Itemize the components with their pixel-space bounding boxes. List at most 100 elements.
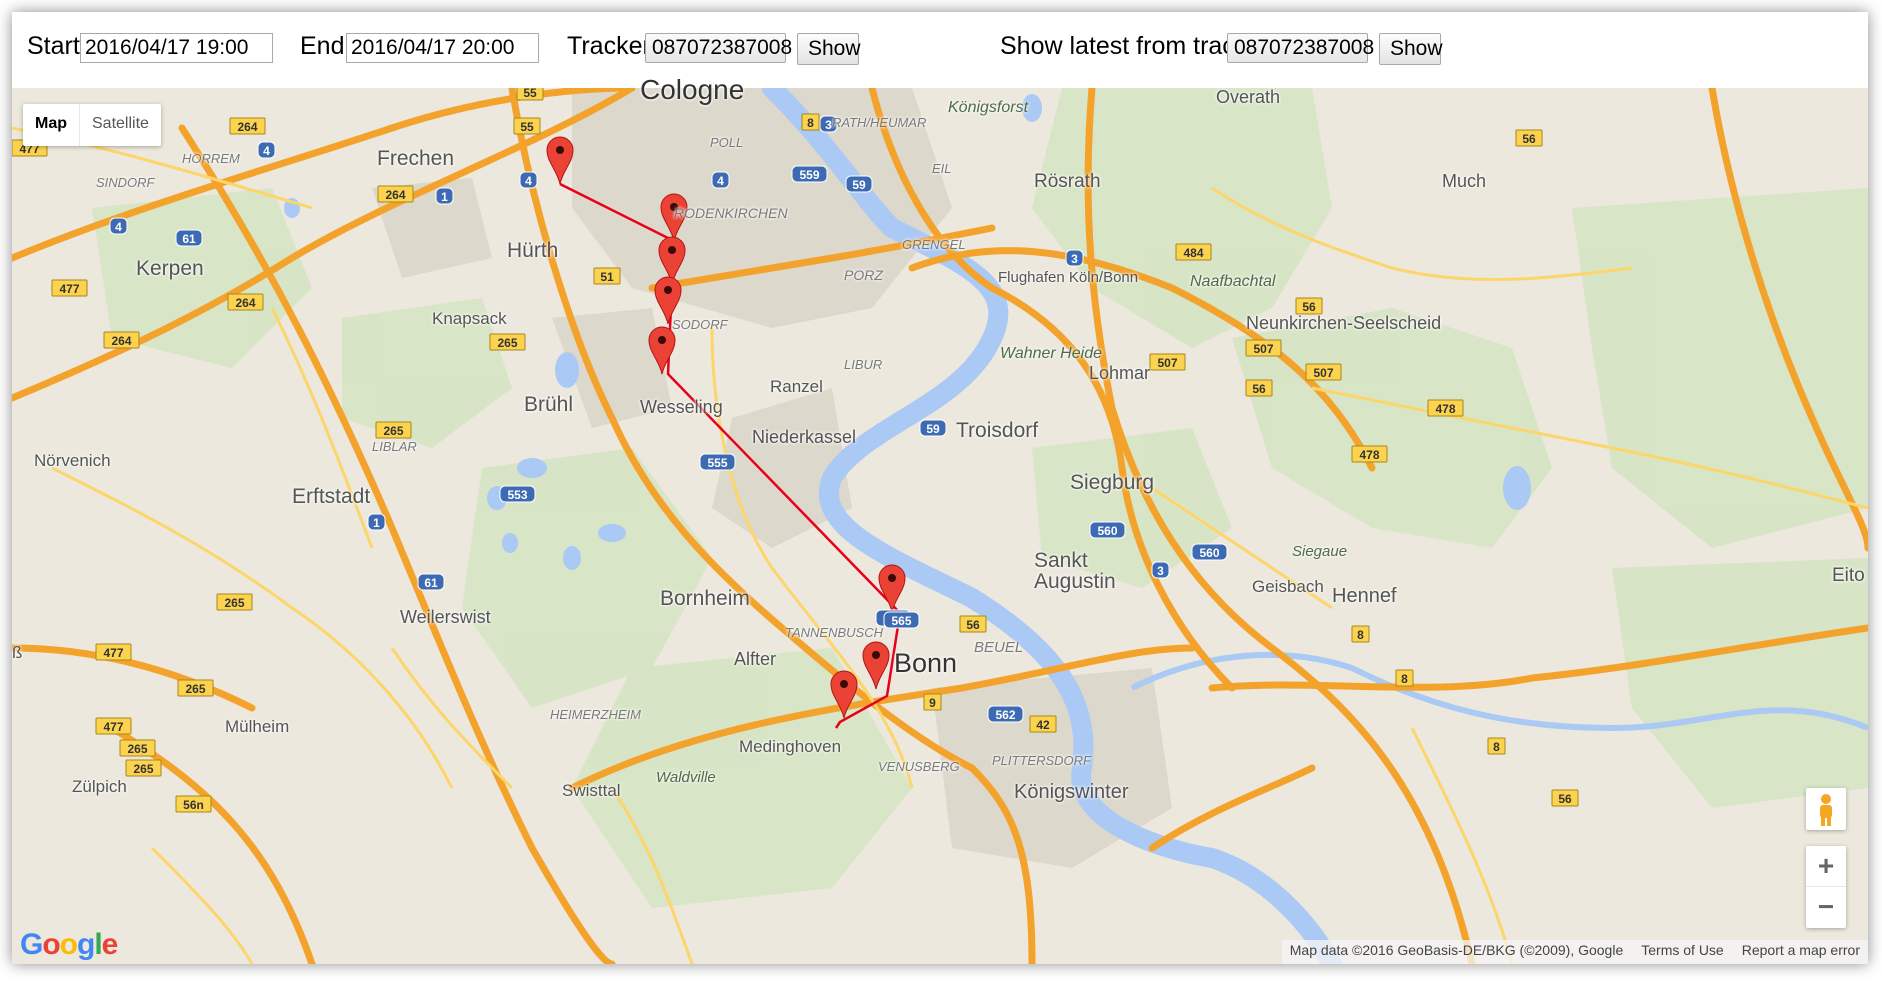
place-label-flughafen: Flughafen Köln/Bonn: [998, 269, 1139, 286]
show-button[interactable]: Show: [797, 33, 861, 65]
place-label-rath: RATH/HEUMAR: [832, 115, 927, 130]
place-label-liblar: LIBLAR: [372, 439, 417, 454]
road-shield-label: 264: [237, 120, 257, 134]
map-marker-icon[interactable]: [862, 641, 890, 690]
road-shield-label: 565: [891, 614, 911, 628]
place-label-bornheim: Bornheim: [660, 587, 750, 610]
place-label-hennef: Hennef: [1332, 585, 1397, 607]
place-label-medinghoven: Medinghoven: [739, 737, 842, 756]
google-logo: Google: [20, 928, 118, 961]
place-label-eil: EIL: [932, 161, 952, 176]
place-label-grengel: GRENGEL: [902, 237, 966, 252]
place-label-porz: PORZ: [844, 267, 883, 283]
road-shield-label: 478: [1435, 402, 1455, 416]
place-label-heimerzheim: HEIMERZHEIM: [550, 707, 641, 722]
road-shield-label: 560: [1097, 524, 1117, 538]
road-shield-label: 8: [1357, 628, 1364, 642]
place-label-koenigswinter: Königswinter: [1014, 781, 1129, 803]
road-shield-label: 3: [1071, 252, 1078, 266]
place-label-alfter: Alfter: [734, 649, 777, 669]
road-shield-label: 507: [1157, 356, 1177, 370]
pegman-icon: [1820, 794, 1832, 826]
terms-link[interactable]: Terms of Use: [1641, 942, 1723, 964]
road-shield-label: 1: [441, 190, 448, 204]
street-view-pegman[interactable]: [1806, 788, 1846, 830]
place-label-siegburg: Siegburg: [1070, 471, 1155, 494]
show-latest-button[interactable]: Show: [1379, 33, 1443, 65]
place-label-roesrath: Rösrath: [1034, 171, 1101, 192]
tracker-select[interactable]: 087072387008▼: [645, 33, 812, 63]
place-label-overath: Overath: [1216, 87, 1281, 107]
place-label-erftstadt: Erftstadt: [292, 485, 371, 508]
road-shield-label: 562: [995, 708, 1015, 722]
road-shield-label: 61: [424, 576, 438, 590]
place-label-neunkirchen: Neunkirchen-Seelscheid: [1246, 313, 1442, 333]
place-label-wahner-heide: Wahner Heide: [1000, 345, 1102, 362]
place-label-muelheim: Mülheim: [225, 717, 290, 736]
place-label-tannenbusch: TANNENBUSCH: [785, 625, 883, 640]
map-tiles: 55 264 477 55 4 4 1 264 61 4 477 264 264 265 51 265 265 5…: [12, 88, 1868, 964]
place-label-sodorf: SODORF: [672, 317, 728, 332]
start-input[interactable]: [80, 33, 273, 63]
place-label-wesseling: Wesseling: [640, 397, 723, 417]
road-shield-label: 8: [1493, 740, 1500, 754]
map-type-control: Map Satellite: [23, 104, 161, 146]
place-label-eitorf: Eito: [1832, 565, 1865, 586]
place-label-huerth: Hürth: [507, 239, 559, 262]
zoom-in-button[interactable]: +: [1806, 846, 1846, 886]
road-shield-label: 265: [133, 762, 153, 776]
road-shield-label: 8: [1401, 672, 1408, 686]
road-shield-label: 553: [507, 488, 527, 502]
place-label-siegaue: Siegaue: [1292, 543, 1348, 560]
tracker-select-value: 087072387008: [652, 36, 793, 59]
road-shield-label: 56: [1252, 382, 1266, 396]
latest-tracker-select[interactable]: 087072387008▼: [1227, 33, 1394, 63]
road-shield-label: 555: [707, 456, 727, 470]
place-label-swisttal: Swisttal: [562, 781, 621, 800]
app-frame: Start: End: Tracker: 087072387008▼ Show …: [12, 12, 1868, 964]
road-shield-label: 56: [966, 618, 980, 632]
place-label-horrem: HORREM: [182, 151, 240, 166]
road-shield-label: 484: [1183, 246, 1203, 260]
road-shield-label: 59: [926, 422, 940, 436]
road-shield-label: 264: [385, 188, 405, 202]
map-marker-icon[interactable]: [878, 564, 906, 613]
end-input[interactable]: [346, 33, 539, 63]
road-shield-label: 4: [263, 144, 270, 158]
road-shield-label: 507: [1253, 342, 1273, 356]
map-type-map-button[interactable]: Map: [23, 104, 80, 146]
place-label-koenigsforst: Königsforst: [948, 99, 1029, 116]
road-shield-label: 477: [103, 720, 123, 734]
place-label-geisbach: Geisbach: [1252, 577, 1324, 596]
road-shield-label: 4: [717, 174, 724, 188]
place-label-cologne: Cologne: [640, 74, 745, 105]
road-shield-label: 56: [1558, 792, 1572, 806]
road-shield-label: 55: [520, 120, 534, 134]
road-shield-label: 51: [600, 270, 614, 284]
map-canvas[interactable]: 55 264 477 55 4 4 1 264 61 4 477 264 264 265 51 265 265 5…: [12, 76, 1868, 964]
road-shield-label: 56: [1302, 300, 1316, 314]
road-shield-label: 56: [1522, 132, 1536, 146]
road-shield-label: 560: [1199, 546, 1219, 560]
map-type-satellite-button[interactable]: Satellite: [80, 104, 161, 146]
road-shield-label: 477: [59, 282, 79, 296]
place-label-bonn: Bonn: [894, 648, 958, 678]
map-marker-icon[interactable]: [546, 136, 574, 185]
zoom-out-button[interactable]: −: [1806, 887, 1846, 927]
place-label-sindorf: SINDORF: [96, 175, 155, 190]
road-shield-label: 264: [111, 334, 131, 348]
road-shield-label: 265: [383, 424, 403, 438]
road-shield-label: 42: [1036, 718, 1050, 732]
road-shield-label: 3: [1157, 564, 1164, 578]
start-label: Start:: [27, 32, 87, 60]
report-error-link[interactable]: Report a map error: [1742, 942, 1860, 964]
place-label-naafbachtal: Naafbachtal: [1190, 273, 1276, 290]
zoom-control: + −: [1806, 846, 1846, 928]
road-shield-label: 478: [1359, 448, 1379, 462]
road-shield-label: 265: [127, 742, 147, 756]
place-label-frechen: Frechen: [377, 147, 455, 170]
place-label-cologne-partial: ß: [12, 643, 23, 662]
place-label-zuelpich: Zülpich: [72, 777, 127, 796]
toolbar: Start: End: Tracker: 087072387008▼ Show …: [12, 12, 1868, 88]
place-label-poll: POLL: [710, 135, 744, 150]
